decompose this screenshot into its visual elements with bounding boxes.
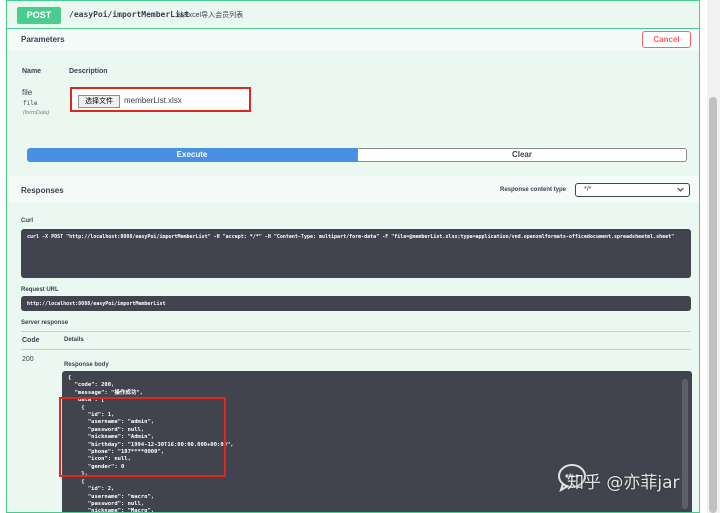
content-type-value: */* <box>584 186 592 193</box>
file-input-highlight: 选择文件 memberList.xlsx <box>70 87 251 112</box>
method-badge: POST <box>17 7 61 24</box>
parameters-header: Parameters <box>7 29 699 51</box>
request-url-label: Request URL <box>21 287 59 293</box>
watermark: 知乎 @亦菲jar <box>555 460 715 500</box>
choose-file-button[interactable]: 选择文件 <box>78 95 120 108</box>
divider <box>21 331 691 332</box>
code-header: Code <box>22 337 40 344</box>
param-name: file <box>22 88 33 97</box>
server-response-label: Server response <box>21 320 69 326</box>
operation-summary: 从Excel导入会员列表 <box>177 12 244 19</box>
request-url: http://localhost:8088/easyPoi/importMemb… <box>27 301 166 307</box>
watermark-text: 知乎 @亦菲jar <box>567 473 680 493</box>
response-body-line: { <box>68 375 72 381</box>
curl-command: curl -X POST "http://localhost:8088/easy… <box>27 234 675 240</box>
response-content-type-select[interactable]: */* <box>575 183 690 197</box>
curl-label: Curl <box>21 218 33 224</box>
response-body-line: "code": 200, <box>68 382 115 389</box>
operation-path: /easyPoi/importMemberList <box>69 10 190 19</box>
param-location: (formData) <box>23 110 50 116</box>
clear-button[interactable]: Clear <box>357 148 687 162</box>
response-body-line: "password": null, <box>68 500 145 507</box>
first-record-highlight <box>59 397 226 477</box>
chosen-file-name: memberList.xlsx <box>124 96 182 105</box>
execute-button[interactable]: Execute <box>27 148 357 162</box>
response-body-line: { <box>68 478 85 485</box>
response-body-label: Response body <box>64 362 109 368</box>
curl-box: curl -X POST "http://localhost:8088/easy… <box>21 229 691 278</box>
cancel-button[interactable]: Cancel <box>642 31 691 48</box>
response-body-line: "id": 2, <box>68 486 115 493</box>
operation-header[interactable]: POST /easyPoi/importMemberList 从Excel导入会… <box>7 1 699 29</box>
name-column-header: Name <box>22 68 42 75</box>
response-body-line: "username": "macro", <box>68 493 155 500</box>
divider <box>21 349 691 350</box>
description-column-header: Description <box>69 68 108 75</box>
request-url-box: http://localhost:8088/easyPoi/importMemb… <box>21 296 691 311</box>
parameters-title: Parameters <box>21 35 65 44</box>
response-content-type-label: Response content type <box>500 187 567 193</box>
chevron-down-icon <box>677 187 684 192</box>
details-header: Details <box>64 337 84 343</box>
page-scrollbar-thumb[interactable] <box>709 97 717 513</box>
response-body-line: "nickname": "Macro", <box>68 508 155 513</box>
responses-title: Responses <box>21 186 64 195</box>
response-code: 200 <box>22 356 34 363</box>
param-type: file <box>23 100 38 107</box>
